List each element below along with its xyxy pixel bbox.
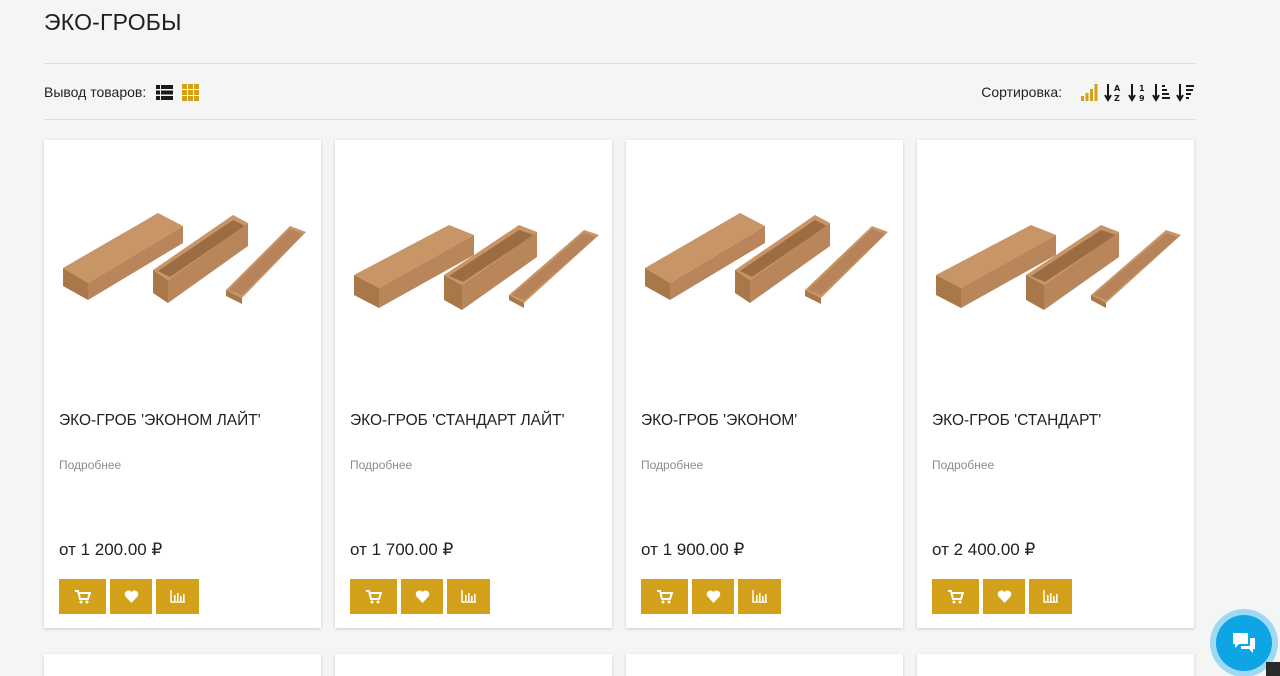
product-name[interactable]: ЭКО-ГРОБ 'ЭКОНОМ' — [641, 412, 797, 430]
card-actions — [641, 579, 785, 614]
details-link[interactable]: Подробнее — [350, 458, 412, 472]
list-view-icon[interactable] — [155, 83, 174, 102]
cart-icon — [656, 589, 673, 603]
sort-label: Сортировка: — [981, 84, 1062, 100]
add-to-favorites-button[interactable] — [401, 579, 443, 614]
add-to-compare-button[interactable] — [1029, 579, 1072, 614]
corner-overlay — [1266, 662, 1280, 676]
svg-text:9: 9 — [1139, 94, 1145, 102]
product-image[interactable] — [917, 140, 1194, 400]
eco-coffin-image — [936, 225, 1181, 310]
divider — [44, 119, 1195, 120]
chat-bubbles-icon — [1233, 633, 1255, 653]
heart-icon — [415, 590, 429, 603]
compare-chart-icon — [170, 590, 185, 603]
product-name[interactable]: ЭКО-ГРОБ 'ЭКОНОМ ЛАЙТ' — [59, 412, 261, 430]
compare-chart-icon — [461, 590, 476, 603]
product-card[interactable] — [335, 654, 612, 676]
eco-coffin-image — [645, 213, 888, 304]
heart-icon — [706, 590, 720, 603]
product-image[interactable] — [335, 140, 612, 400]
product-card[interactable] — [626, 654, 903, 676]
cart-icon — [947, 589, 964, 603]
product-name[interactable]: ЭКО-ГРОБ 'СТАНДАРТ ЛАЙТ' — [350, 412, 565, 430]
details-link[interactable]: Подробнее — [641, 458, 703, 472]
add-to-compare-button[interactable] — [156, 579, 199, 614]
product-card[interactable] — [917, 654, 1194, 676]
svg-text:1: 1 — [1139, 84, 1145, 93]
compare-chart-icon — [1043, 590, 1058, 603]
sort-alpha-icon[interactable]: A Z — [1104, 83, 1123, 102]
details-link[interactable]: Подробнее — [59, 458, 121, 472]
add-to-compare-button[interactable] — [447, 579, 490, 614]
product-price: от 1 900.00 ₽ — [641, 540, 745, 559]
cart-icon — [74, 589, 91, 603]
catalog-toolbar: Вывод товаров: Сортировка: A Z 1 9 — [44, 80, 1195, 104]
svg-text:Z: Z — [1114, 94, 1120, 102]
product-name[interactable]: ЭКО-ГРОБ 'СТАНДАРТ' — [932, 412, 1101, 430]
eco-coffin-image — [63, 213, 306, 304]
product-card[interactable] — [44, 654, 321, 676]
card-actions — [59, 579, 203, 614]
cart-icon — [365, 589, 382, 603]
add-to-cart-button[interactable] — [59, 579, 106, 614]
product-card[interactable]: ЭКО-ГРОБ 'ЭКОНОМ ЛАЙТ' Подробнее от 1 20… — [44, 140, 321, 628]
add-to-cart-button[interactable] — [641, 579, 688, 614]
eco-coffin-image — [354, 225, 599, 310]
add-to-cart-button[interactable] — [350, 579, 397, 614]
product-image[interactable] — [44, 140, 321, 400]
add-to-compare-button[interactable] — [738, 579, 781, 614]
sort-amount-asc-icon[interactable] — [1152, 83, 1171, 102]
add-to-favorites-button[interactable] — [110, 579, 152, 614]
sort-amount-desc-icon[interactable] — [1176, 83, 1195, 102]
card-actions — [932, 579, 1076, 614]
product-card[interactable]: ЭКО-ГРОБ 'ЭКОНОМ' Подробнее от 1 900.00 … — [626, 140, 903, 628]
chat-button-inner — [1216, 615, 1272, 671]
product-card[interactable]: ЭКО-ГРОБ 'СТАНДАРТ ЛАЙТ' Подробнее от 1 … — [335, 140, 612, 628]
sort-numeric-icon[interactable]: 1 9 — [1128, 83, 1147, 102]
svg-text:A: A — [1114, 84, 1121, 93]
add-to-favorites-button[interactable] — [983, 579, 1025, 614]
compare-chart-icon — [752, 590, 767, 603]
sort-popularity-icon[interactable] — [1080, 83, 1099, 102]
card-actions — [350, 579, 494, 614]
details-link[interactable]: Подробнее — [932, 458, 994, 472]
product-price: от 1 700.00 ₽ — [350, 540, 454, 559]
sort-group: Сортировка: A Z 1 9 — [981, 83, 1195, 102]
add-to-favorites-button[interactable] — [692, 579, 734, 614]
product-image[interactable] — [626, 140, 903, 400]
heart-icon — [997, 590, 1011, 603]
divider — [44, 63, 1195, 64]
view-mode-label: Вывод товаров: — [44, 84, 147, 100]
product-card[interactable]: ЭКО-ГРОБ 'СТАНДАРТ' Подробнее от 2 400.0… — [917, 140, 1194, 628]
heart-icon — [124, 590, 138, 603]
grid-view-icon[interactable] — [181, 83, 200, 102]
add-to-cart-button[interactable] — [932, 579, 979, 614]
page-title: ЭКО-ГРОБЫ — [44, 9, 182, 35]
view-mode-group: Вывод товаров: — [44, 83, 207, 102]
product-price: от 1 200.00 ₽ — [59, 540, 163, 559]
product-price: от 2 400.00 ₽ — [932, 540, 1036, 559]
